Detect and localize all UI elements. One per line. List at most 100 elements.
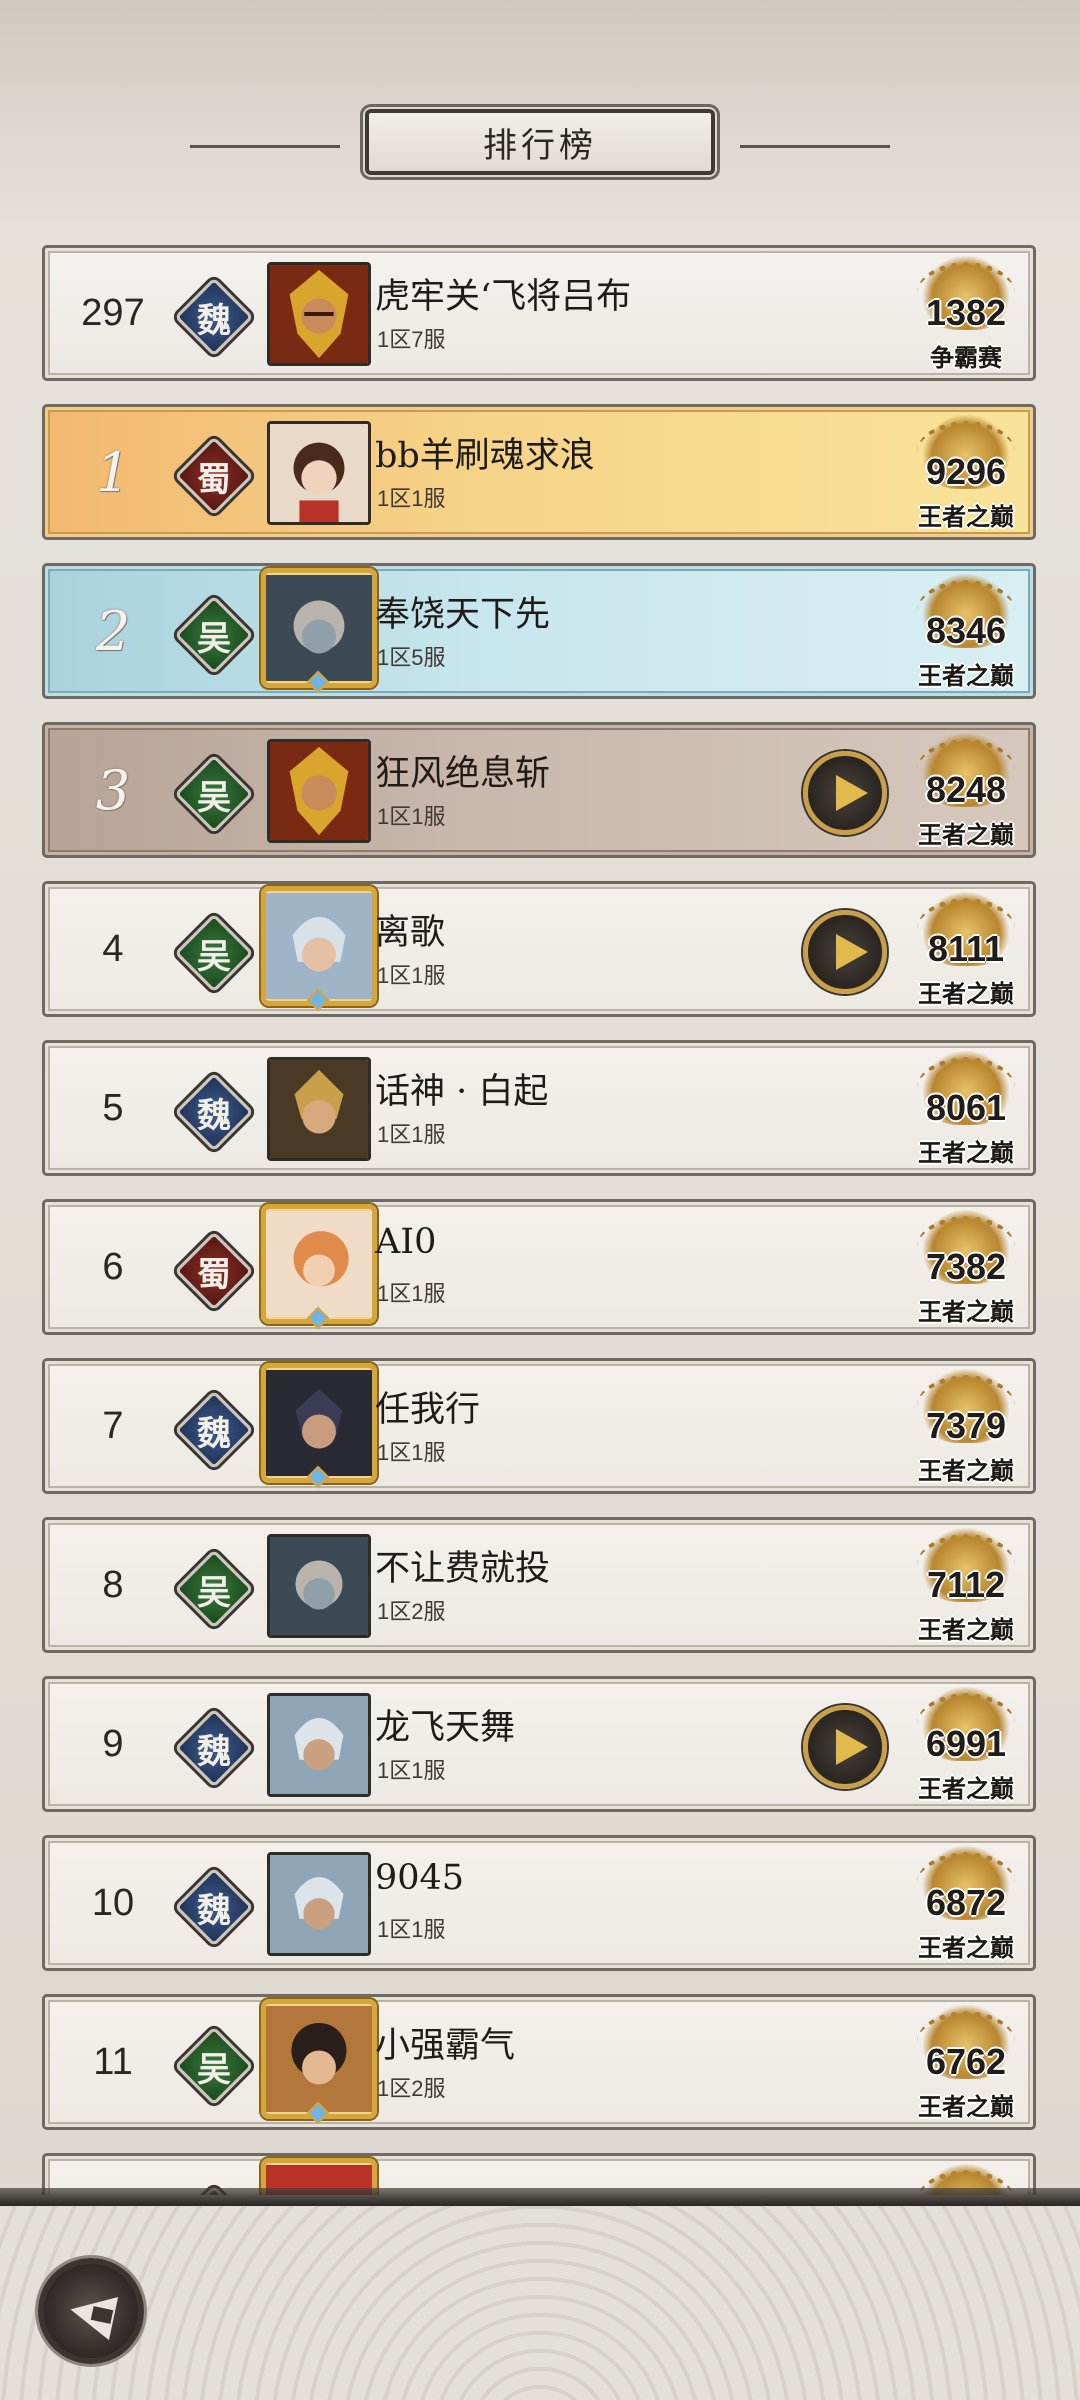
rank-number: 2 bbox=[95, 599, 131, 663]
score-value: 9296 bbox=[925, 451, 1007, 492]
rank-number: 10 bbox=[91, 1881, 135, 1924]
server-label: 1区2服 bbox=[377, 2076, 446, 2101]
hero-avatar[interactable] bbox=[267, 262, 371, 366]
list-bottom-edge bbox=[0, 2188, 1080, 2206]
tier-badge: 8111 王者之巅 bbox=[901, 892, 1031, 1014]
leaderboard-row[interactable]: 6 蜀 AI0 1区1服 7382 王者之巅 bbox=[42, 1199, 1036, 1335]
leaderboard-row[interactable]: 3 吴 狂风绝息斩 1区1服 8248 王者之巅 bbox=[42, 722, 1036, 858]
server-label: 1区1服 bbox=[377, 1758, 446, 1783]
faction-badge: 魏 bbox=[174, 277, 254, 357]
hero-avatar[interactable] bbox=[261, 1204, 377, 1324]
score-value: 8248 bbox=[925, 769, 1007, 810]
leaderboard-row[interactable]: 5 魏 话神 · 白起 1区1服 8061 王者之巅 bbox=[42, 1040, 1036, 1176]
leaderboard-list[interactable]: 297 魏 虎牢关‘飞将吕布 1区7服 1382 争霸赛 1 蜀 bb羊刷魂求浪… bbox=[0, 0, 1080, 2195]
hero-avatar[interactable] bbox=[267, 1057, 371, 1161]
replay-play-button[interactable] bbox=[803, 910, 887, 994]
tier-badge: 8346 王者之巅 bbox=[901, 574, 1031, 696]
tier-badge: 6762 王者之巅 bbox=[901, 2005, 1031, 2127]
faction-badge: 魏 bbox=[174, 1867, 254, 1947]
server-label: 1区1服 bbox=[377, 1917, 446, 1942]
server-label: 1区1服 bbox=[377, 1440, 446, 1465]
leaderboard-row[interactable]: 8 吴 不让费就投 1区2服 7112 王者之巅 bbox=[42, 1517, 1036, 1653]
hero-avatar[interactable] bbox=[261, 568, 377, 688]
faction-badge: 吴 bbox=[174, 595, 254, 675]
replay-play-button[interactable] bbox=[803, 751, 887, 835]
leaderboard-row[interactable]: 4 吴 离歌 1区1服 8111 王者之巅 bbox=[42, 881, 1036, 1017]
tier-badge: 6872 王者之巅 bbox=[901, 1846, 1031, 1968]
score-value: 6872 bbox=[925, 1882, 1007, 1923]
tier-badge: 6991 王者之巅 bbox=[901, 1687, 1031, 1809]
hero-avatar[interactable] bbox=[267, 1852, 371, 1956]
faction-badge: 吴 bbox=[174, 1549, 254, 1629]
faction-badge: 魏 bbox=[174, 1072, 254, 1152]
rank-number: 9 bbox=[102, 1722, 124, 1765]
hero-avatar[interactable] bbox=[261, 886, 377, 1006]
tier-label: 王者之巅 bbox=[918, 1615, 1014, 1644]
player-name: bb羊刷魂求浪 bbox=[375, 436, 595, 476]
score-value: 6991 bbox=[925, 1723, 1007, 1764]
tier-badge: 7382 王者之巅 bbox=[901, 1210, 1031, 1332]
rank-number: 11 bbox=[93, 2040, 133, 2083]
hero-avatar[interactable] bbox=[267, 1693, 371, 1797]
my-rank-row[interactable]: 297 魏 虎牢关‘飞将吕布 1区7服 1382 争霸赛 bbox=[42, 245, 1036, 381]
hero-avatar[interactable] bbox=[261, 1363, 377, 1483]
server-label: 1区1服 bbox=[377, 1122, 446, 1147]
tier-label: 王者之巅 bbox=[918, 502, 1014, 531]
faction-badge: 蜀 bbox=[174, 1231, 254, 1311]
footer-bar bbox=[0, 2206, 1080, 2400]
hero-avatar[interactable] bbox=[261, 1999, 377, 2119]
tier-badge: 7112 王者之巅 bbox=[901, 1528, 1031, 1650]
player-name: 奉饶天下先 bbox=[375, 595, 551, 635]
tier-label: 王者之巅 bbox=[918, 1138, 1014, 1167]
hero-avatar[interactable] bbox=[267, 739, 371, 843]
score-value: 7112 bbox=[926, 1564, 1006, 1605]
tier-label: 王者之巅 bbox=[918, 661, 1014, 690]
replay-play-button[interactable] bbox=[803, 1705, 887, 1789]
tier-label: 王者之巅 bbox=[918, 1933, 1014, 1962]
player-name: 小强霸气 bbox=[375, 2026, 516, 2066]
score-value: 6762 bbox=[925, 2041, 1007, 2082]
player-name: AI0 bbox=[375, 1222, 437, 1262]
server-label: 1区1服 bbox=[377, 963, 446, 988]
tier-label: 王者之巅 bbox=[918, 1297, 1014, 1326]
leaderboard-row[interactable]: 7 魏 任我行 1区1服 7379 王者之巅 bbox=[42, 1358, 1036, 1494]
tier-badge: 1382 争霸赛 bbox=[901, 256, 1031, 378]
leaderboard-row[interactable]: 9 魏 龙飞天舞 1区1服 6991 王者之巅 bbox=[42, 1676, 1036, 1812]
faction-badge: 吴 bbox=[174, 2026, 254, 2106]
faction-badge: 魏 bbox=[174, 1390, 254, 1470]
tier-label: 王者之巅 bbox=[918, 1774, 1014, 1803]
player-name: 虎牢关‘飞将吕布 bbox=[375, 277, 632, 317]
faction-badge: 吴 bbox=[174, 913, 254, 993]
tier-label: 王者之巅 bbox=[918, 979, 1014, 1008]
leaderboard-row[interactable]: 10 魏 9045 1区1服 6872 王者之巅 bbox=[42, 1835, 1036, 1971]
leaderboard-row[interactable]: 11 吴 小强霸气 1区2服 6762 王者之巅 bbox=[42, 1994, 1036, 2130]
server-label: 1区2服 bbox=[377, 1599, 446, 1624]
score-value: 8111 bbox=[927, 928, 1005, 969]
score-value: 7382 bbox=[925, 1246, 1007, 1287]
player-name: 不让费就投 bbox=[375, 1549, 551, 1589]
faction-badge: 吴 bbox=[174, 754, 254, 834]
rank-number: 297 bbox=[81, 291, 145, 334]
hero-avatar[interactable] bbox=[267, 1534, 371, 1638]
score-value: 7379 bbox=[925, 1405, 1007, 1446]
player-name: 龙飞天舞 bbox=[375, 1708, 516, 1748]
rank-number: 4 bbox=[102, 927, 124, 970]
faction-badge: 蜀 bbox=[174, 436, 254, 516]
score-value: 8346 bbox=[925, 610, 1007, 651]
hero-avatar[interactable] bbox=[267, 421, 371, 525]
player-name: 话神 · 白起 bbox=[375, 1072, 549, 1112]
tier-badge: 9296 王者之巅 bbox=[901, 415, 1031, 537]
rank-number: 1 bbox=[95, 440, 131, 504]
leaderboard-row[interactable]: 1 蜀 bb羊刷魂求浪 1区1服 9296 王者之巅 bbox=[42, 404, 1036, 540]
rank-number: 7 bbox=[102, 1404, 124, 1447]
back-arrow-icon[interactable] bbox=[38, 2258, 144, 2364]
player-name: 任我行 bbox=[375, 1390, 481, 1430]
leaderboard-row[interactable]: 2 吴 奉饶天下先 1区5服 8346 王者之巅 bbox=[42, 563, 1036, 699]
server-label: 1区1服 bbox=[377, 804, 446, 829]
server-label: 1区1服 bbox=[377, 1281, 446, 1306]
player-name: 狂风绝息斩 bbox=[375, 754, 551, 794]
server-label: 1区5服 bbox=[377, 645, 446, 670]
rank-number: 6 bbox=[102, 1245, 124, 1288]
tier-badge: 8061 王者之巅 bbox=[901, 1051, 1031, 1173]
tier-label: 王者之巅 bbox=[918, 2092, 1014, 2121]
